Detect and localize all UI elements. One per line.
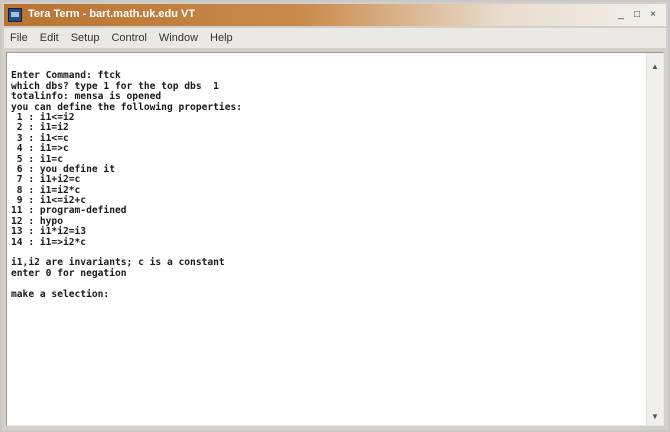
terminal-client-area[interactable]: Enter Command: ftck which dbs? type 1 for… (6, 52, 664, 426)
tera-term-window: Tera Term - bart.math.uk.edu VT _ □ × Fi… (0, 0, 670, 432)
terminal-line: totalinfo: mensa is opened (11, 91, 162, 103)
terminal-line: 1 : i1<=i2 (11, 111, 75, 123)
menu-window[interactable]: Window (159, 32, 198, 44)
maximize-button[interactable]: □ (630, 8, 644, 21)
terminal-line: 4 : i1=>c (11, 143, 69, 155)
terminal-app-icon[interactable] (8, 8, 22, 22)
terminal-line: 13 : i1*i2=i3 (11, 226, 87, 238)
menu-bar: File Edit Setup Control Window Help (4, 28, 666, 48)
window-controls: _ □ × (614, 8, 660, 21)
menu-edit[interactable]: Edit (40, 32, 59, 44)
terminal-output[interactable]: Enter Command: ftck which dbs? type 1 for… (11, 61, 641, 421)
menu-file[interactable]: File (10, 32, 28, 44)
minimize-button[interactable]: _ (614, 8, 628, 21)
terminal-line: 11 : program-defined (11, 205, 127, 217)
scroll-down-icon[interactable]: ▼ (647, 409, 663, 425)
terminal-line: 3 : i1<=c (11, 132, 69, 144)
terminal-line: 14 : i1=>i2*c (11, 236, 87, 248)
menu-help[interactable]: Help (210, 32, 233, 44)
terminal-line: 12 : hypo (11, 215, 63, 227)
terminal-line: 6 : you define it (11, 163, 115, 175)
terminal-line: 8 : i1=i2*c (11, 184, 81, 196)
scroll-up-icon[interactable]: ▲ (647, 59, 663, 75)
terminal-line: 2 : i1=i2 (11, 122, 69, 134)
menu-setup[interactable]: Setup (71, 32, 100, 44)
title-bar[interactable]: Tera Term - bart.math.uk.edu VT _ □ × (4, 4, 666, 26)
terminal-line: enter 0 for negation (11, 267, 127, 279)
close-button[interactable]: × (646, 8, 660, 21)
terminal-line: 7 : i1+i2=c (11, 174, 81, 186)
terminal-line: you can define the following properties: (11, 101, 243, 113)
menu-control[interactable]: Control (111, 32, 146, 44)
vertical-scrollbar[interactable]: ▲ ▼ (646, 53, 663, 425)
window-title: Tera Term - bart.math.uk.edu VT (28, 8, 196, 20)
terminal-line: make a selection: (11, 288, 110, 300)
